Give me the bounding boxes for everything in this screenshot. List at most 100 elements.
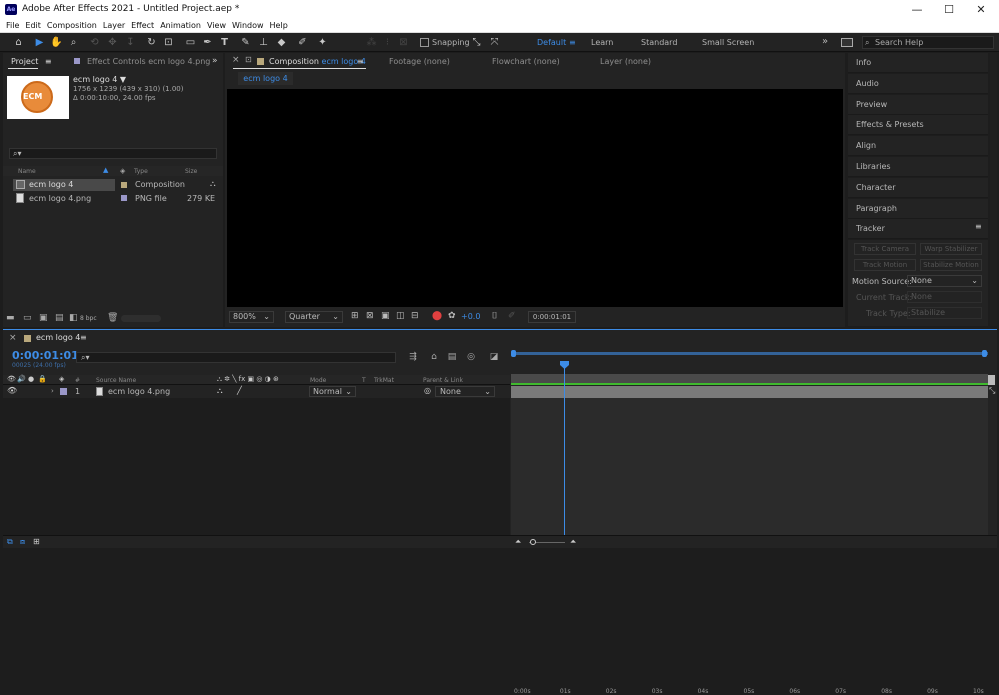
- menu-view[interactable]: View: [204, 19, 229, 33]
- panel-preview[interactable]: Preview: [848, 94, 988, 115]
- channel-rgb-icon[interactable]: ⬤: [432, 311, 442, 321]
- work-area-end-handle[interactable]: [982, 350, 987, 357]
- brush-tool-icon[interactable]: ✎: [239, 36, 252, 49]
- menu-layer[interactable]: Layer: [100, 19, 128, 33]
- comp-navigator-tab[interactable]: ecm logo 4: [238, 72, 293, 85]
- workspace-small-screen[interactable]: Small Screen: [702, 38, 754, 47]
- track-camera-button[interactable]: Track Camera: [854, 243, 916, 255]
- column-parent-link[interactable]: Parent & Link: [423, 377, 463, 384]
- motion-blur-icon[interactable]: ◎: [464, 352, 478, 362]
- adjust-settings-icon[interactable]: ▤: [55, 313, 64, 323]
- menu-file[interactable]: File: [3, 19, 22, 33]
- parent-select[interactable]: None ⌄: [435, 386, 495, 397]
- solo-switch-icon[interactable]: ●: [28, 375, 34, 383]
- blend-mode-select[interactable]: Normal ⌄: [309, 386, 356, 397]
- pan-behind-tool-icon[interactable]: ⊡: [162, 36, 175, 49]
- comp-mini-flowchart-icon[interactable]: ⇶: [406, 352, 420, 362]
- draft-3d-icon[interactable]: ⌂: [427, 352, 441, 362]
- current-track-select[interactable]: None: [907, 291, 982, 303]
- snap-options-icon[interactable]: ⤡: [470, 36, 483, 49]
- video-eye-icon[interactable]: 👁: [7, 386, 17, 395]
- workspace-learn[interactable]: Learn: [591, 38, 613, 47]
- work-area-bar[interactable]: [511, 352, 988, 355]
- layer-switches-toggle-icon[interactable]: ⧉: [7, 537, 13, 547]
- flowchart-icon[interactable]: ⛬: [210, 179, 216, 189]
- workspace-default[interactable]: Default: [537, 38, 566, 47]
- new-composition-icon[interactable]: ▣: [39, 313, 48, 323]
- zoom-slider-thumb[interactable]: [530, 539, 536, 545]
- quality-switch-icon[interactable]: ╱: [237, 386, 242, 395]
- lock-switch-icon[interactable]: 🔒: [38, 375, 47, 383]
- workspace-standard[interactable]: Standard: [641, 38, 677, 47]
- tab-effect-controls[interactable]: Effect Controls ecm logo 4.png: [87, 54, 210, 70]
- lock-icon[interactable]: ⊡: [245, 55, 252, 64]
- track-motion-button[interactable]: Track Motion: [854, 259, 916, 271]
- preview-name[interactable]: ecm logo 4 ▼: [73, 75, 126, 84]
- tab-footage[interactable]: Footage (none): [389, 54, 450, 70]
- in-out-duration-toggle-icon[interactable]: ⊞: [33, 537, 40, 546]
- rotation-tool-icon[interactable]: ↻: [145, 36, 158, 49]
- column-source-name[interactable]: Source Name: [96, 377, 136, 384]
- close-button[interactable]: ✕: [969, 2, 993, 17]
- menu-window[interactable]: Window: [229, 19, 267, 33]
- panel-effects-presets[interactable]: Effects & Presets: [848, 115, 988, 136]
- hand-tool-icon[interactable]: ✋: [50, 36, 63, 49]
- track-type-select[interactable]: Stabilize: [907, 307, 982, 319]
- screen-mode-icon[interactable]: [841, 38, 853, 47]
- panel-paragraph[interactable]: Paragraph: [848, 198, 988, 219]
- timeline-current-time[interactable]: 0:00:01:01: [12, 349, 79, 362]
- selection-tool-icon[interactable]: ▶: [33, 36, 46, 49]
- column-t[interactable]: T: [362, 377, 366, 384]
- shy-switch-icon[interactable]: ⛬: [217, 386, 223, 396]
- transparency-grid-icon[interactable]: ⊠: [366, 311, 374, 321]
- menu-edit[interactable]: Edit: [22, 19, 44, 33]
- panel-character[interactable]: Character: [848, 177, 988, 198]
- zoom-in-icon[interactable]: ⏶: [570, 537, 576, 547]
- resolution-select[interactable]: Quarter ⌄: [285, 311, 343, 323]
- layer-source-name[interactable]: ecm logo 4.png: [108, 387, 170, 396]
- right-panel-scrollbar[interactable]: [990, 53, 997, 326]
- tracker-menu-icon[interactable]: ≡: [975, 222, 982, 231]
- motion-source-select[interactable]: None ⌄: [907, 275, 982, 287]
- transfer-controls-toggle-icon[interactable]: ⧈: [20, 537, 25, 547]
- mask-visibility-icon[interactable]: ▣: [381, 311, 390, 321]
- region-of-interest-icon[interactable]: ◫: [396, 311, 405, 321]
- orbit-camera-icon[interactable]: ⟲: [88, 36, 101, 49]
- list-item[interactable]: ecm logo 4: [13, 179, 115, 191]
- ruler-end-marker[interactable]: [988, 375, 995, 385]
- snapshot-camera-icon[interactable]: ⌷: [492, 311, 497, 321]
- current-time-display[interactable]: 0:00:01:01: [528, 311, 576, 323]
- table-row[interactable]: 👁 › 1 ecm logo 4.png ⛬ ╱ Normal ⌄ ◎ None ⌄: [3, 386, 510, 398]
- column-trkmat[interactable]: TrkMat: [374, 377, 394, 384]
- work-area-start-handle[interactable]: [511, 350, 516, 357]
- composition-viewer[interactable]: [227, 89, 843, 307]
- shy-layers-icon[interactable]: ▤: [445, 352, 459, 362]
- video-switch-icon[interactable]: 👁: [7, 375, 16, 383]
- puppet-tool-icon[interactable]: ✦: [316, 36, 329, 49]
- column-size[interactable]: Size: [185, 168, 197, 175]
- label-tag-icon[interactable]: ◈: [120, 167, 125, 175]
- tab-layer[interactable]: Layer (none): [600, 54, 651, 70]
- close-tab-icon[interactable]: ×: [232, 55, 240, 65]
- new-folder-icon[interactable]: ▭: [23, 313, 32, 323]
- panel-audio[interactable]: Audio: [848, 73, 988, 94]
- pen-tool-icon[interactable]: ✒: [201, 36, 214, 49]
- search-help-input[interactable]: ⌕ Search Help: [862, 36, 994, 49]
- layer-out-handle-icon[interactable]: ⤡: [989, 386, 995, 396]
- roto-brush-tool-icon[interactable]: ✐: [296, 36, 309, 49]
- stabilize-motion-button[interactable]: Stabilize Motion: [920, 259, 982, 271]
- panel-align[interactable]: Align: [848, 136, 988, 157]
- panel-tracker[interactable]: Tracker: [848, 219, 988, 240]
- panel-info[interactable]: Info: [848, 53, 988, 73]
- pick-whip-icon[interactable]: ◎: [424, 386, 431, 395]
- tab-timeline-comp[interactable]: ecm logo 4: [36, 330, 80, 346]
- home-icon[interactable]: ⌂: [12, 36, 25, 49]
- current-time-indicator[interactable]: [564, 363, 565, 535]
- fast-previews-icon[interactable]: ⊞: [351, 311, 359, 321]
- label-tag-icon[interactable]: ◈: [59, 375, 64, 383]
- minimize-button[interactable]: —: [905, 2, 929, 17]
- menu-help[interactable]: Help: [267, 19, 291, 33]
- list-item[interactable]: ecm logo 4.png: [13, 192, 115, 204]
- zoom-out-icon[interactable]: ⏶: [515, 537, 521, 547]
- timeline-tab-menu-icon[interactable]: ≡: [80, 330, 87, 346]
